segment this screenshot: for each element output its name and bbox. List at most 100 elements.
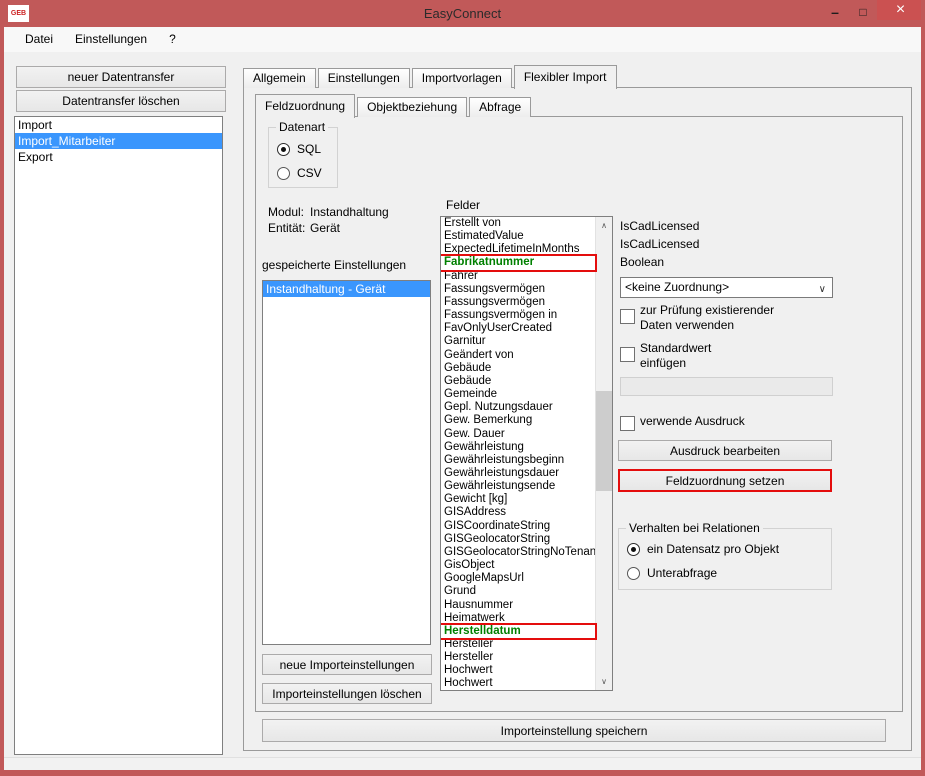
field-item[interactable]: ExpectedLifetimeInMonths — [441, 243, 595, 256]
scroll-up-icon[interactable]: ∧ — [596, 217, 612, 234]
menu-item[interactable]: Einstellungen — [64, 27, 158, 52]
radio-icon — [627, 543, 640, 556]
field-item[interactable]: Hochwert — [441, 677, 595, 690]
fields-rows: Erstellt von EstimatedValue ExpectedLife… — [441, 217, 595, 691]
field-item[interactable]: Hochwert — [441, 664, 595, 677]
edit-expression-button[interactable]: Ausdruck bearbeiten — [618, 440, 832, 461]
field-item[interactable]: Geändert von — [441, 349, 595, 362]
chevron-down-icon: ∨ — [819, 280, 826, 299]
field-item[interactable]: Hausnummer — [441, 599, 595, 612]
radio-icon — [277, 167, 290, 180]
sub-tabstrip: FeldzuordnungObjektbeziehungAbfrage — [255, 95, 533, 117]
maximize-button[interactable]: □ — [850, 2, 876, 21]
main-tab[interactable]: Einstellungen — [318, 68, 410, 88]
field-item[interactable]: Gebäude — [441, 375, 595, 388]
default-value-input — [620, 377, 833, 396]
modul-value: Instandhaltung — [310, 205, 389, 219]
field-item[interactable]: Gewicht [kg] — [441, 493, 595, 506]
main-tab[interactable]: Allgemein — [243, 68, 316, 88]
field-item[interactable]: EstimatedValue — [441, 230, 595, 243]
main-tab[interactable]: Flexibler Import — [514, 65, 617, 89]
relations-options: ein Datensatz pro Objekt Unterabfrage — [627, 541, 779, 581]
field-item[interactable]: Hersteller — [441, 651, 595, 664]
check-existing-label: zur Prüfung existierender Daten verwende… — [640, 303, 774, 333]
mapping-field-name: IsCadLicensed — [620, 219, 699, 233]
relations-legend: Verhalten bei Relationen — [626, 521, 763, 535]
datenart-legend: Datenart — [276, 120, 328, 134]
check-existing-checkbox[interactable] — [620, 309, 635, 324]
field-item[interactable]: Heimatwerk — [441, 612, 595, 625]
field-item[interactable]: Fassungsvermögen in — [441, 309, 595, 322]
sub-tab[interactable]: Abfrage — [469, 97, 531, 117]
datenart-radio[interactable]: CSV — [277, 165, 322, 181]
field-item[interactable]: Fabrikatnummer — [441, 256, 595, 269]
scrollbar-thumb[interactable] — [596, 391, 612, 491]
sub-tab[interactable]: Objektbeziehung — [357, 97, 467, 117]
close-button[interactable]: × — [877, 0, 924, 20]
delete-import-settings-button[interactable]: Importeinstellungen löschen — [262, 683, 432, 704]
delete-transfer-button[interactable]: Datentransfer löschen — [16, 90, 226, 112]
datenart-options: SQL CSV — [277, 141, 322, 181]
field-item[interactable]: Fassungsvermögen — [441, 296, 595, 309]
saved-settings-list: Instandhaltung - Gerät — [262, 280, 431, 645]
main-tab[interactable]: Importvorlagen — [412, 68, 512, 88]
field-item[interactable]: GISCoordinateString — [441, 520, 595, 533]
menu-item[interactable]: ? — [158, 27, 187, 52]
field-item[interactable]: Gepl. Nutzungsdauer — [441, 401, 595, 414]
field-item[interactable]: Gemeinde — [441, 388, 595, 401]
modul-label: Modul: — [268, 205, 304, 219]
default-value-label: Standardwert einfügen — [640, 341, 711, 371]
field-item[interactable]: Gewährleistungsbeginn — [441, 454, 595, 467]
datenart-radio[interactable]: SQL — [277, 141, 322, 157]
field-item[interactable]: Gew. Bemerkung — [441, 414, 595, 427]
set-mapping-button[interactable]: Feldzuordnung setzen — [618, 469, 832, 492]
transfer-list-item[interactable]: Export — [15, 149, 222, 165]
mapping-field-caption: IsCadLicensed — [620, 237, 699, 251]
transfer-list: Import Import_Mitarbeiter Export — [14, 116, 223, 755]
menu-item[interactable]: Datei — [14, 27, 64, 52]
fields-list: Erstellt von EstimatedValue ExpectedLife… — [440, 216, 613, 691]
field-item[interactable]: Gew. Dauer — [441, 428, 595, 441]
saved-settings-item[interactable]: Instandhaltung - Gerät — [263, 281, 430, 297]
radio-icon — [277, 143, 290, 156]
save-import-settings-button[interactable]: Importeinstellung speichern — [262, 719, 886, 742]
field-item[interactable]: Gewährleistung — [441, 441, 595, 454]
assignment-dropdown[interactable]: <keine Zuordnung> ∨ — [620, 277, 833, 298]
transfer-list-item[interactable]: Import_Mitarbeiter — [15, 133, 222, 149]
field-item[interactable]: GisObject — [441, 559, 595, 572]
main-tabstrip: AllgemeinEinstellungenImportvorlagenFlex… — [243, 64, 619, 88]
field-item[interactable]: Gebäude — [441, 362, 595, 375]
field-item[interactable]: Erstellt von — [441, 217, 595, 230]
field-item[interactable]: Gewährleistungsende — [441, 480, 595, 493]
relations-radio[interactable]: ein Datensatz pro Objekt — [627, 541, 779, 557]
saved-settings-label: gespeicherte Einstellungen — [262, 258, 406, 272]
default-value-checkbox[interactable] — [620, 347, 635, 362]
field-item[interactable]: Garnitur — [441, 335, 595, 348]
titlebar: GEB EasyConnect — [0, 0, 925, 27]
field-item[interactable]: Herstelldatum — [441, 625, 595, 638]
use-expression-checkbox[interactable] — [620, 416, 635, 431]
field-item[interactable]: Grund — [441, 585, 595, 598]
field-item[interactable]: FavOnlyUserCreated — [441, 322, 595, 335]
entitaet-label: Entität: — [268, 221, 305, 235]
status-bar — [4, 757, 921, 771]
relations-radio[interactable]: Unterabfrage — [627, 565, 779, 581]
sub-tab[interactable]: Feldzuordnung — [255, 94, 355, 118]
scroll-down-icon[interactable]: ∨ — [596, 673, 612, 690]
field-item[interactable]: Hersteller — [441, 638, 595, 651]
window-title: EasyConnect — [0, 0, 925, 27]
field-item[interactable]: Fahrer — [441, 270, 595, 283]
minimize-button[interactable]: – — [822, 2, 848, 21]
field-item[interactable]: Fassungsvermögen — [441, 283, 595, 296]
new-transfer-button[interactable]: neuer Datentransfer — [16, 66, 226, 88]
menu-bar: DateiEinstellungen? — [4, 27, 921, 52]
field-item[interactable]: GISGeolocatorStringNoTenant — [441, 546, 595, 559]
transfer-list-item[interactable]: Import — [15, 117, 222, 133]
new-import-settings-button[interactable]: neue Importeinstellungen — [262, 654, 432, 675]
field-item[interactable]: GISAddress — [441, 506, 595, 519]
field-item[interactable]: GISGeolocatorString — [441, 533, 595, 546]
fields-scrollbar[interactable]: ∧ ∨ — [595, 217, 612, 690]
field-item[interactable]: GoogleMapsUrl — [441, 572, 595, 585]
field-item[interactable]: Gewährleistungsdauer — [441, 467, 595, 480]
entitaet-value: Gerät — [310, 221, 340, 235]
